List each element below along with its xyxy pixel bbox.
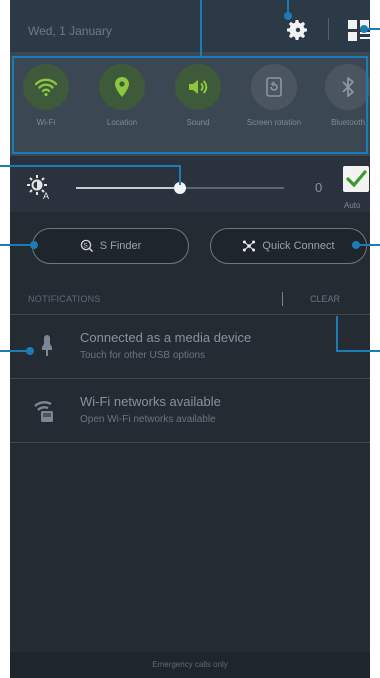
rotation-icon xyxy=(266,77,282,97)
callout-line xyxy=(336,316,338,352)
emergency-calls-label: Emergency calls only xyxy=(152,660,228,669)
header-divider xyxy=(328,18,329,40)
wifi-icon xyxy=(34,78,58,97)
check-icon xyxy=(346,170,367,188)
location-icon xyxy=(115,77,129,97)
toggle-wifi-circle xyxy=(23,64,69,110)
auto-brightness-label: Auto xyxy=(344,201,361,210)
svg-text:S: S xyxy=(83,243,88,250)
s-finder-button[interactable]: S S Finder xyxy=(32,228,189,264)
callout-line xyxy=(366,56,368,153)
toggle-label: Bluetooth xyxy=(331,118,365,127)
bluetooth-icon xyxy=(342,77,354,97)
notifications-title: NOTIFICATIONS xyxy=(28,294,101,304)
usb-icon xyxy=(42,335,52,356)
callout-dot xyxy=(284,12,292,20)
toggle-sound[interactable]: Sound xyxy=(170,64,226,127)
toggle-wifi[interactable]: Wi-Fi xyxy=(18,64,74,127)
toggle-label: Wi-Fi xyxy=(36,118,56,127)
s-finder-label: S Finder xyxy=(99,240,142,252)
toggle-label: Sound xyxy=(186,118,210,127)
header-separator xyxy=(282,292,283,306)
callout-line xyxy=(12,56,14,153)
toggle-location-circle xyxy=(99,64,145,110)
quick-connect-label: Quick Connect xyxy=(262,240,335,252)
toggle-label: Location xyxy=(106,118,138,127)
status-bar: Wed, 1 January xyxy=(10,0,370,52)
notification-title: Connected as a media device xyxy=(80,330,252,345)
toggle-rotation-circle xyxy=(251,64,297,110)
callout-line xyxy=(0,244,34,246)
brightness-slider[interactable] xyxy=(76,182,284,194)
toggle-screen-rotation[interactable]: Screen rotation xyxy=(246,64,302,127)
notification-item[interactable]: Connected as a media device Touch for ot… xyxy=(10,316,370,379)
callout-dot xyxy=(352,241,360,249)
toggle-bluetooth-circle xyxy=(325,64,370,110)
quick-settings-bar: Wi-Fi Location Sound Screen rotation Blu… xyxy=(10,52,370,156)
brightness-value: 0 xyxy=(315,180,323,195)
callout-line xyxy=(200,0,202,58)
quick-connect-button[interactable]: Quick Connect xyxy=(210,228,367,264)
quick-connect-icon xyxy=(243,240,256,252)
callout-dot xyxy=(30,241,38,249)
s-finder-icon: S xyxy=(80,239,93,253)
callout-line xyxy=(12,56,368,58)
sound-icon xyxy=(189,80,208,94)
svg-text:A: A xyxy=(43,191,49,200)
date-label: Wed, 1 January xyxy=(28,24,112,38)
toggle-bluetooth[interactable]: Bluetooth xyxy=(320,64,370,127)
toggle-label: Screen rotation xyxy=(246,118,302,127)
callout-line xyxy=(336,350,380,352)
notification-subtitle: Touch for other USB options xyxy=(80,350,206,361)
gear-icon[interactable] xyxy=(286,18,310,42)
auto-brightness-checkbox[interactable] xyxy=(343,166,369,192)
auto-brightness-icon: A xyxy=(27,175,49,200)
notification-panel: Wed, 1 January Wi-Fi Location Sound Scre… xyxy=(10,0,370,678)
callout-line xyxy=(12,152,368,154)
notification-title: Wi-Fi networks available xyxy=(80,394,221,409)
carrier-status-bar: Emergency calls only xyxy=(10,652,370,678)
toggle-location[interactable]: Location xyxy=(94,64,150,127)
notification-subtitle: Open Wi-Fi networks available xyxy=(80,414,216,425)
brightness-slider-fill xyxy=(76,187,180,189)
callout-dot xyxy=(360,25,368,33)
wifi-networks-icon xyxy=(34,401,53,422)
callout-line xyxy=(0,165,180,167)
notifications-header: NOTIFICATIONS CLEAR xyxy=(10,286,370,315)
callout-line xyxy=(179,165,181,185)
callout-dot xyxy=(26,347,34,355)
clear-button[interactable]: CLEAR xyxy=(310,294,340,304)
notification-item[interactable]: Wi-Fi networks available Open Wi-Fi netw… xyxy=(10,380,370,443)
toggle-sound-circle xyxy=(175,64,221,110)
